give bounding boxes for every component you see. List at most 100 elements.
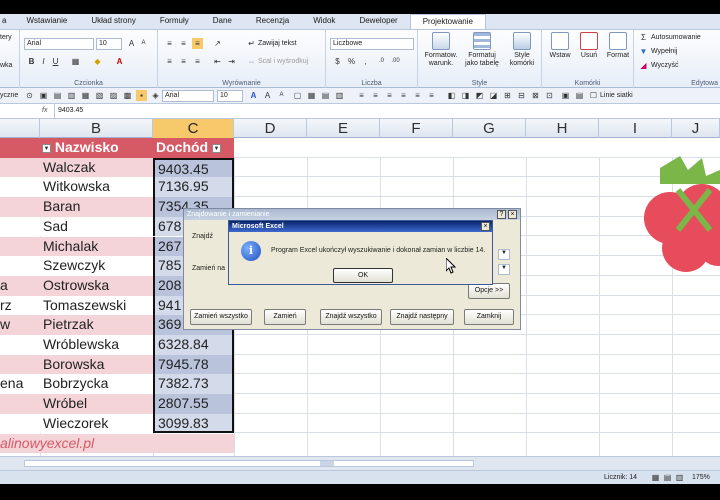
close-dialog-button[interactable]: Zamknij: [464, 309, 514, 325]
toolbar-size-box[interactable]: 10: [217, 90, 243, 102]
toolbar-align-icon-3[interactable]: ≡: [384, 90, 395, 101]
tab-insert[interactable]: Wstawianie: [14, 14, 79, 29]
toolbar-tool-icon-6[interactable]: ▧: [94, 90, 105, 101]
zoom-level[interactable]: 175%: [692, 474, 710, 481]
replace-all-button[interactable]: Zamień wszystko: [190, 309, 252, 325]
cell-dochod[interactable]: 6328.84: [153, 335, 234, 355]
find-label[interactable]: Znajdź: [192, 233, 213, 240]
toolbar-misc-icon-1[interactable]: ◧: [446, 90, 457, 101]
percent-icon[interactable]: %: [346, 56, 357, 67]
clear-button[interactable]: Wyczyść: [651, 62, 679, 69]
cell-dochod[interactable]: 7945.78: [153, 354, 234, 375]
cell-nazwisko[interactable]: Michalak: [40, 236, 153, 257]
toolbar-border-icon-3[interactable]: ▤: [320, 90, 331, 101]
tab-developer[interactable]: Deweloper: [347, 14, 409, 29]
column-header-h[interactable]: H: [526, 119, 599, 138]
cell-first-name[interactable]: [0, 354, 40, 375]
cell-nazwisko[interactable]: Szewczyk: [40, 256, 153, 276]
borders-icon[interactable]: ▦: [70, 56, 81, 67]
column-header-b[interactable]: B: [40, 119, 153, 138]
find-replace-help-button[interactable]: ?: [497, 210, 506, 219]
align-bottom-icon[interactable]: ≡: [192, 38, 203, 49]
toolbar-align-icon-1[interactable]: ≡: [356, 90, 367, 101]
decrease-decimal-icon[interactable]: .00: [390, 56, 401, 67]
page-layout-view-icon[interactable]: ▤: [662, 472, 673, 483]
autosum-button[interactable]: Autosumowanie: [651, 34, 701, 41]
cell-first-name[interactable]: [0, 256, 40, 276]
cell-first-name[interactable]: [0, 216, 40, 237]
cell-nazwisko[interactable]: Bobrzycka: [40, 374, 153, 395]
column-header-a[interactable]: [0, 119, 40, 138]
toolbar-tool-icon-5[interactable]: ▦: [80, 90, 91, 101]
cell-nazwisko[interactable]: Wróbel: [40, 394, 153, 414]
shrink-font-icon[interactable]: A: [138, 38, 149, 49]
column-header-i[interactable]: I: [599, 119, 672, 138]
find-dropdown-icon[interactable]: ▼: [498, 249, 510, 260]
header-cell-a[interactable]: [0, 138, 40, 158]
toolbar-tool-icon-9[interactable]: ◈: [150, 90, 161, 101]
toolbar-border-icon-4[interactable]: ▥: [334, 90, 345, 101]
cell-nazwisko[interactable]: Borowska: [40, 354, 153, 375]
tab-view[interactable]: Widok: [301, 14, 347, 29]
cell-first-name[interactable]: rz: [0, 295, 40, 316]
cell-first-name[interactable]: [0, 394, 40, 414]
format-cells-button[interactable]: Format: [604, 32, 632, 60]
cell-first-name[interactable]: [0, 413, 40, 434]
cell-styles-button[interactable]: Style komórki: [504, 32, 540, 68]
column-header-j[interactable]: J: [672, 119, 720, 138]
cell-dochod[interactable]: 7136.95: [153, 177, 234, 198]
normal-view-icon[interactable]: ▦: [650, 472, 661, 483]
header-cell-nazwisko[interactable]: ▼ Nazwisko: [40, 138, 153, 158]
toolbar-tool-icon-7[interactable]: ▨: [108, 90, 119, 101]
toolbar-misc-icon-2[interactable]: ◨: [460, 90, 471, 101]
cell-nazwisko[interactable]: Baran: [40, 197, 153, 217]
toolbar-align-icon-2[interactable]: ≡: [370, 90, 381, 101]
toolbar-tool-icon-3[interactable]: ▤: [52, 90, 63, 101]
horizontal-scrollbar[interactable]: [24, 460, 474, 467]
formula-input[interactable]: 9403.45: [58, 107, 83, 114]
column-header-g[interactable]: G: [453, 119, 526, 138]
options-button[interactable]: Opcje >>: [468, 283, 510, 299]
toolbar-misc-icon-6[interactable]: ⊟: [516, 90, 527, 101]
conditional-format-button[interactable]: Formatow. warunk.: [422, 32, 460, 68]
align-left-icon[interactable]: ≡: [164, 56, 175, 67]
toolbar-misc-icon-9[interactable]: ▣: [560, 90, 571, 101]
fx-icon[interactable]: fx: [42, 107, 47, 114]
increase-decimal-icon[interactable]: .0: [376, 56, 387, 67]
fill-button[interactable]: Wypełnij: [651, 48, 677, 55]
currency-icon[interactable]: $: [332, 56, 343, 67]
indent-decrease-icon[interactable]: ⇤: [212, 56, 223, 67]
toolbar-align-icon-5[interactable]: ≡: [412, 90, 423, 101]
column-header-f[interactable]: F: [380, 119, 453, 138]
toolbar-align-icon-6[interactable]: ≡: [426, 90, 437, 101]
bold-icon[interactable]: B: [26, 56, 37, 67]
cell-first-name[interactable]: [0, 236, 40, 257]
delete-cells-button[interactable]: Usuń: [575, 32, 603, 60]
cell-nazwisko[interactable]: Witkowska: [40, 177, 153, 198]
gridlines-label[interactable]: Linie siatki: [600, 92, 633, 99]
toolbar-align-icon-4[interactable]: ≡: [398, 90, 409, 101]
tab-file-stub[interactable]: a: [0, 14, 14, 29]
thousands-icon[interactable]: ,: [360, 56, 371, 67]
toolbar-tool-icon-1[interactable]: ⊙: [24, 90, 35, 101]
underline-icon[interactable]: U: [50, 56, 61, 67]
format-as-table-button[interactable]: Formatuj jako tabelę: [462, 32, 502, 68]
replace-button[interactable]: Zamień: [264, 309, 306, 325]
cell-nazwisko[interactable]: Wieczorek: [40, 413, 153, 434]
orientation-icon[interactable]: ↗: [212, 38, 223, 49]
cell-first-name[interactable]: [0, 197, 40, 217]
number-format-box[interactable]: Liczbowe: [330, 38, 414, 50]
tab-formulas[interactable]: Formuły: [148, 14, 201, 29]
tab-page-layout[interactable]: Układ strony: [79, 14, 147, 29]
column-header-c[interactable]: C: [153, 119, 234, 138]
align-right-icon[interactable]: ≡: [192, 56, 203, 67]
column-header-d[interactable]: D: [234, 119, 307, 138]
toolbar-misc-icon-7[interactable]: ⊠: [530, 90, 541, 101]
cell-first-name[interactable]: [0, 157, 40, 178]
wrap-text-icon[interactable]: ↵: [246, 38, 257, 49]
toolbar-misc-icon-3[interactable]: ◩: [474, 90, 485, 101]
find-all-button[interactable]: Znajdź wszystko: [320, 309, 382, 325]
tab-design[interactable]: Projektowanie: [409, 14, 486, 29]
align-top-icon[interactable]: ≡: [164, 38, 175, 49]
font-size-box[interactable]: 10: [96, 38, 122, 50]
